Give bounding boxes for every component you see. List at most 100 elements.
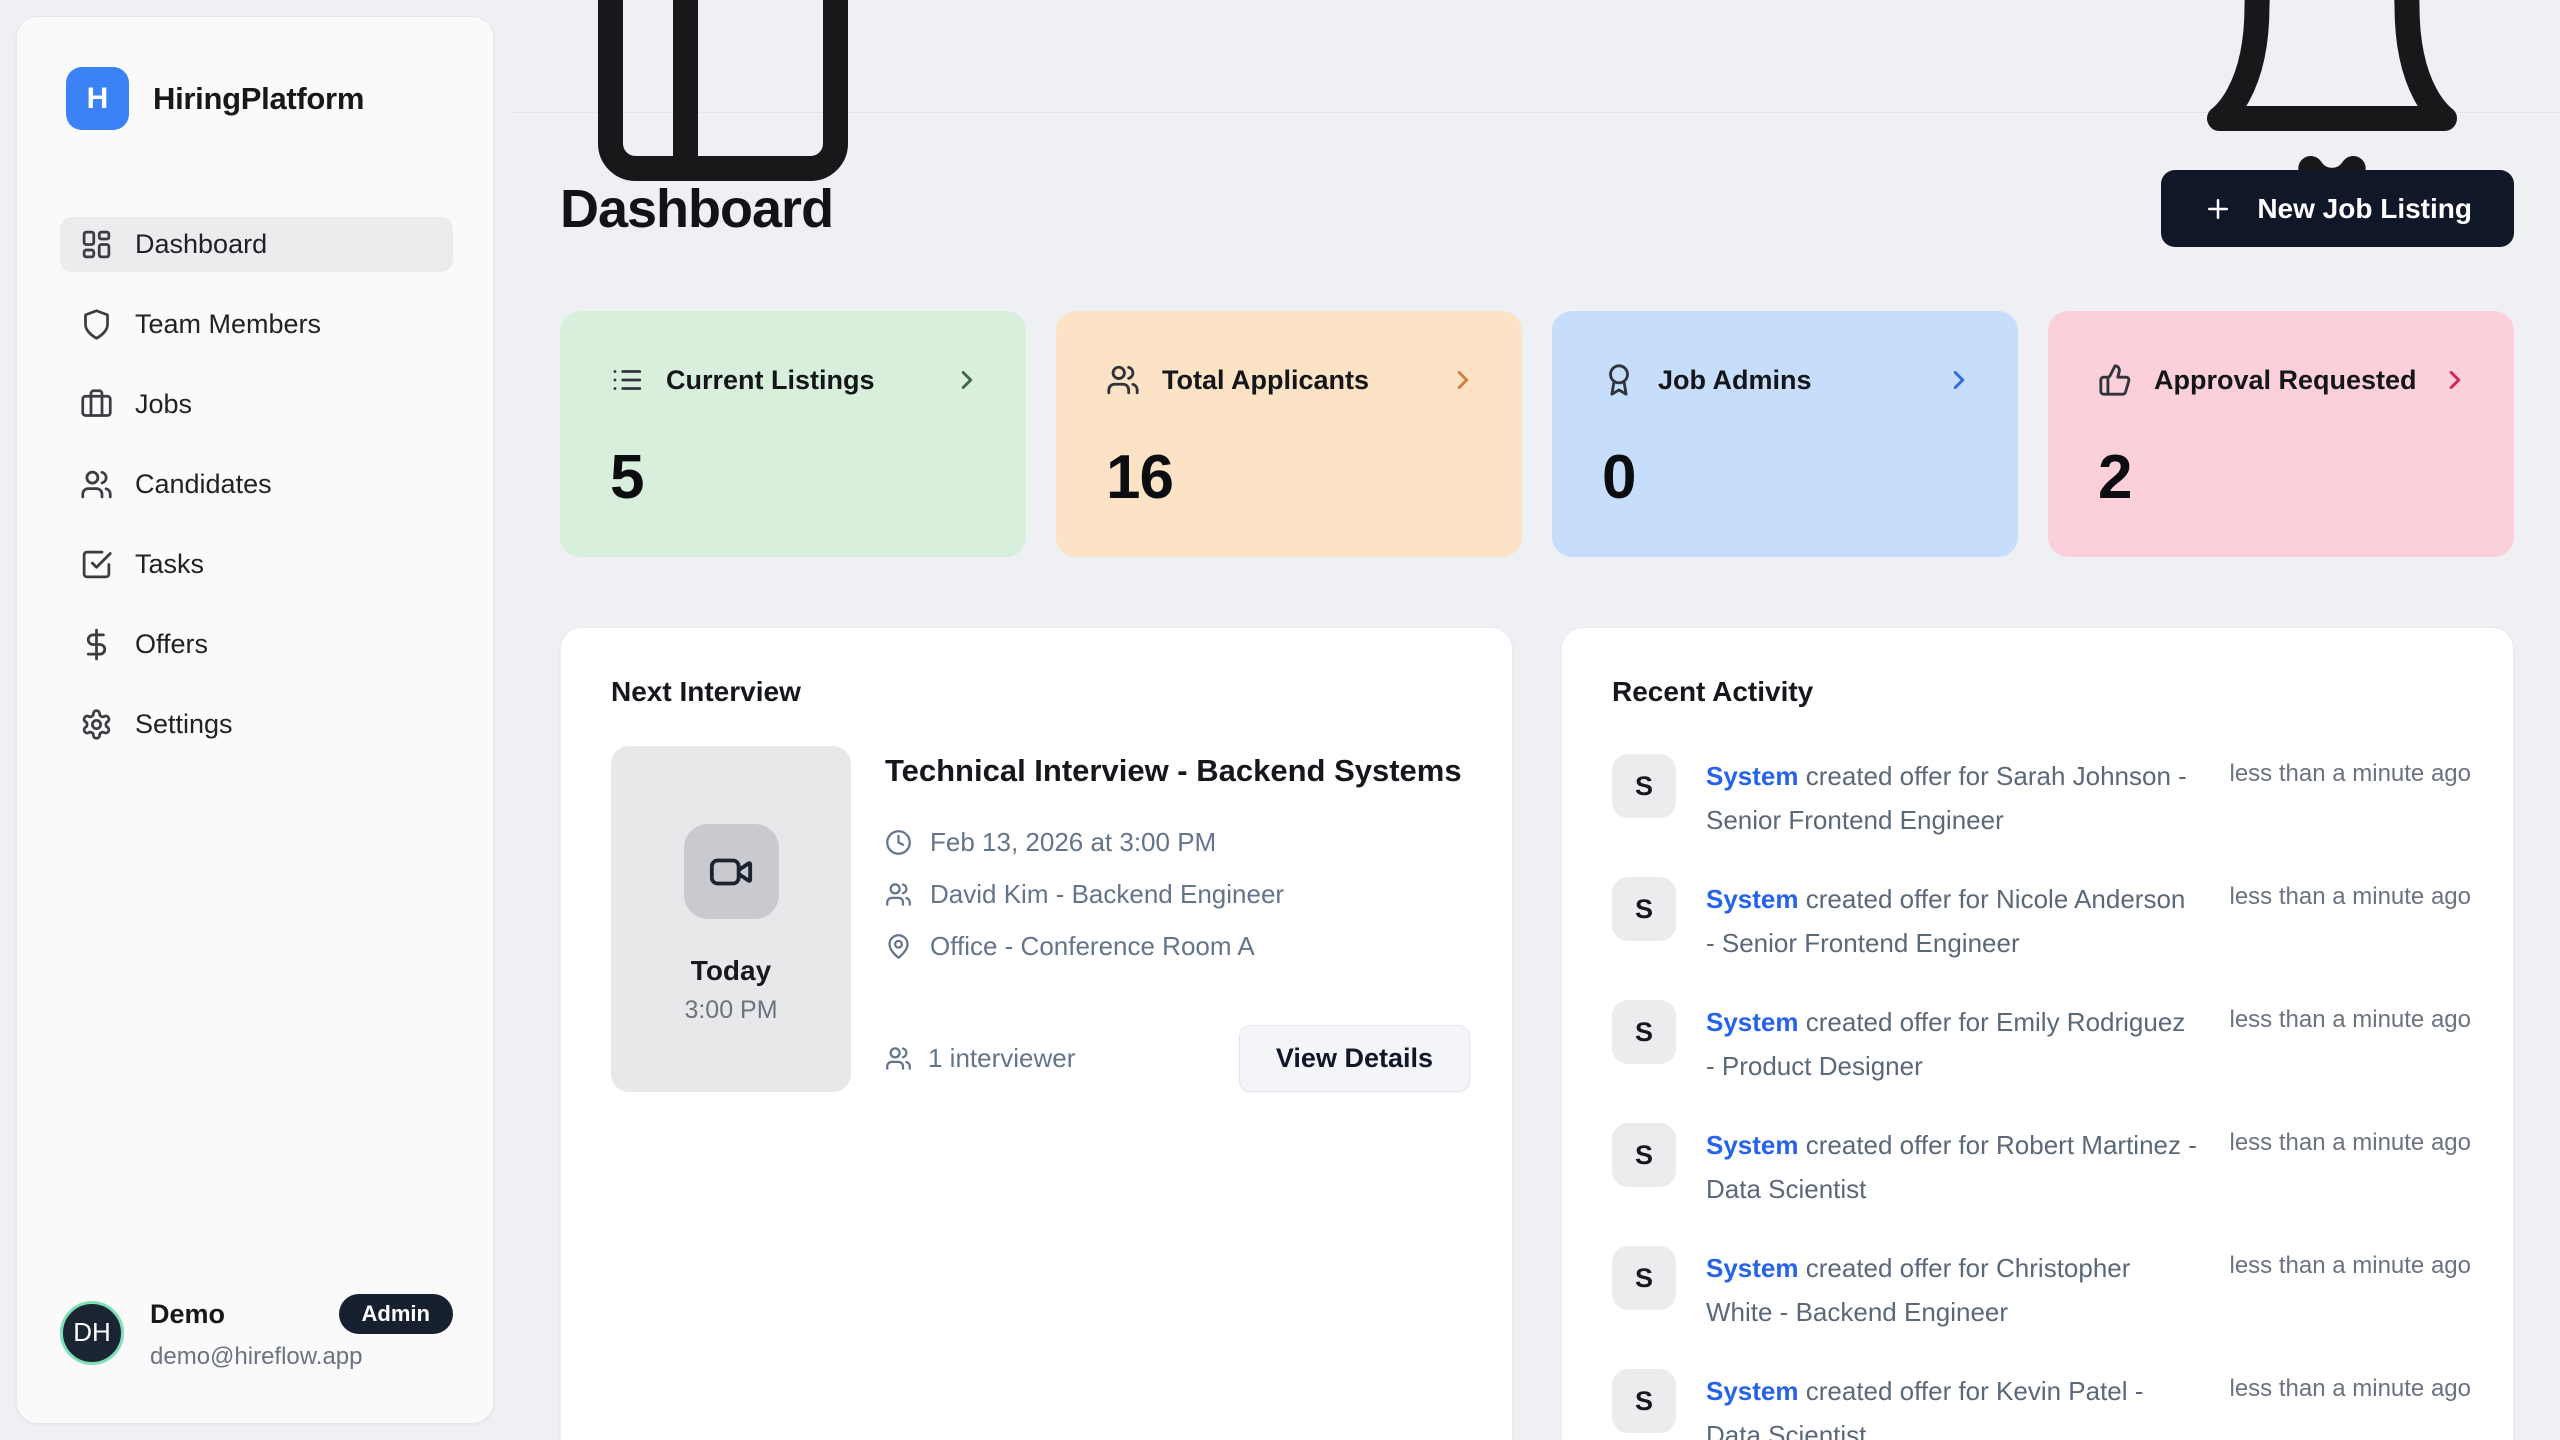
app-logo-icon: H bbox=[66, 67, 129, 130]
check-square-icon bbox=[80, 548, 113, 581]
activity-timestamp: less than a minute ago bbox=[2230, 1000, 2472, 1088]
activity-avatar: S bbox=[1612, 1246, 1676, 1310]
activity-item: S System created offer for Nicole Anders… bbox=[1612, 877, 2471, 965]
activity-avatar: S bbox=[1612, 1000, 1676, 1064]
stat-value: 0 bbox=[1602, 442, 1974, 513]
activity-text: System created offer for Emily Rodriguez… bbox=[1706, 1000, 2200, 1088]
activity-text: System created offer for Nicole Anderson… bbox=[1706, 877, 2200, 965]
chevron-right-icon bbox=[952, 365, 982, 395]
interview-time: 3:00 PM bbox=[684, 996, 777, 1025]
interview-datetime-row: Feb 13, 2026 at 3:00 PM bbox=[885, 827, 1470, 858]
sidebar-nav: Dashboard Team Members Jobs Candidates T… bbox=[60, 217, 453, 752]
sidebar-item-jobs[interactable]: Jobs bbox=[60, 377, 453, 432]
main-area: Dashboard New Job Listing Current Listin… bbox=[511, 0, 2560, 1440]
user-profile[interactable]: DH Demo Admin demo@hireflow.app bbox=[60, 1264, 453, 1371]
sidebar-item-settings[interactable]: Settings bbox=[60, 697, 453, 752]
activity-text: System created offer for Robert Martinez… bbox=[1706, 1123, 2200, 1211]
next-interview-title: Next Interview bbox=[611, 676, 1470, 708]
users-icon bbox=[80, 468, 113, 501]
stat-cards: Current Listings 5 Total Applicants 16 J… bbox=[560, 311, 2514, 557]
briefcase-icon bbox=[80, 388, 113, 421]
page-title: Dashboard bbox=[560, 178, 833, 240]
activity-item: S System created offer for Kevin Patel -… bbox=[1612, 1369, 2471, 1440]
map-pin-icon bbox=[885, 933, 912, 960]
users-icon bbox=[1106, 363, 1140, 397]
clock-icon bbox=[885, 829, 912, 856]
users-icon bbox=[885, 881, 912, 908]
brand: H HiringPlatform bbox=[60, 67, 453, 130]
plus-icon bbox=[2203, 194, 2233, 224]
thumbs-up-icon bbox=[2098, 363, 2132, 397]
activity-avatar: S bbox=[1612, 877, 1676, 941]
activity-timestamp: less than a minute ago bbox=[2230, 1369, 2472, 1440]
sidebar-item-label: Tasks bbox=[135, 549, 204, 580]
user-email: demo@hireflow.app bbox=[150, 1343, 453, 1371]
stat-value: 5 bbox=[610, 442, 982, 513]
sidebar-item-dashboard[interactable]: Dashboard bbox=[60, 217, 453, 272]
interview-datetime: Feb 13, 2026 at 3:00 PM bbox=[930, 827, 1216, 858]
sidebar-item-candidates[interactable]: Candidates bbox=[60, 457, 453, 512]
dashboard-icon bbox=[80, 228, 113, 261]
activity-item: S System created offer for Emily Rodrigu… bbox=[1612, 1000, 2471, 1088]
activity-timestamp: less than a minute ago bbox=[2230, 754, 2472, 842]
activity-timestamp: less than a minute ago bbox=[2230, 1123, 2472, 1211]
topbar bbox=[511, 0, 2560, 113]
stat-card-current-listings[interactable]: Current Listings 5 bbox=[560, 311, 1026, 557]
stat-card-total-applicants[interactable]: Total Applicants 16 bbox=[1056, 311, 1522, 557]
sidebar-item-team-members[interactable]: Team Members bbox=[60, 297, 453, 352]
interview-candidate-row: David Kim - Backend Engineer bbox=[885, 879, 1470, 910]
stat-label: Approval Requested bbox=[2154, 365, 2417, 396]
app-logo-letter: H bbox=[87, 82, 109, 116]
sidebar-toggle-button[interactable] bbox=[573, 0, 873, 206]
activity-avatar: S bbox=[1612, 1123, 1676, 1187]
activity-actor: System bbox=[1706, 884, 1799, 914]
activity-item: S System created offer for Sarah Johnson… bbox=[1612, 754, 2471, 842]
stat-card-approval-requested[interactable]: Approval Requested 2 bbox=[2048, 311, 2514, 557]
award-icon bbox=[1602, 363, 1636, 397]
sidebar-item-tasks[interactable]: Tasks bbox=[60, 537, 453, 592]
activity-avatar: S bbox=[1612, 754, 1676, 818]
activity-actor: System bbox=[1706, 1007, 1799, 1037]
gear-icon bbox=[80, 708, 113, 741]
activity-timestamp: less than a minute ago bbox=[2230, 877, 2472, 965]
new-job-listing-button[interactable]: New Job Listing bbox=[2161, 170, 2514, 247]
sidebar-item-label: Offers bbox=[135, 629, 208, 660]
dollar-icon bbox=[80, 628, 113, 661]
new-job-listing-label: New Job Listing bbox=[2257, 193, 2472, 225]
chevron-right-icon bbox=[2440, 365, 2470, 395]
user-meta: Demo Admin demo@hireflow.app bbox=[150, 1294, 453, 1371]
chevron-right-icon bbox=[1448, 365, 1478, 395]
content: Dashboard New Job Listing Current Listin… bbox=[511, 170, 2560, 1440]
view-details-button[interactable]: View Details bbox=[1239, 1025, 1470, 1092]
users-icon bbox=[885, 1045, 912, 1072]
stat-value: 16 bbox=[1106, 442, 1478, 513]
sidebar-item-label: Dashboard bbox=[135, 229, 267, 260]
interviewer-count: 1 interviewer bbox=[885, 1043, 1075, 1074]
interview-thumbnail: Today 3:00 PM bbox=[611, 746, 851, 1092]
interview-title: Technical Interview - Backend Systems bbox=[885, 746, 1465, 795]
app-name: HiringPlatform bbox=[153, 81, 364, 117]
activity-actor: System bbox=[1706, 1253, 1799, 1283]
stat-card-job-admins[interactable]: Job Admins 0 bbox=[1552, 311, 2018, 557]
video-icon-box bbox=[684, 824, 779, 919]
sidebar-item-label: Jobs bbox=[135, 389, 192, 420]
activity-text: System created offer for Christopher Whi… bbox=[1706, 1246, 2200, 1334]
sidebar-item-label: Candidates bbox=[135, 469, 272, 500]
avatar: DH bbox=[60, 1301, 124, 1365]
stat-value: 2 bbox=[2098, 442, 2470, 513]
chevron-right-icon bbox=[1944, 365, 1974, 395]
user-name: Demo bbox=[150, 1299, 225, 1330]
role-badge: Admin bbox=[339, 1294, 453, 1334]
interview-candidate: David Kim - Backend Engineer bbox=[930, 879, 1284, 910]
panel-left-icon bbox=[573, 0, 873, 206]
activity-item: S System created offer for Christopher W… bbox=[1612, 1246, 2471, 1334]
recent-activity-title: Recent Activity bbox=[1612, 676, 2471, 708]
activity-actor: System bbox=[1706, 1130, 1799, 1160]
sidebar-item-offers[interactable]: Offers bbox=[60, 617, 453, 672]
interview-day: Today bbox=[691, 955, 771, 987]
avatar-initials: DH bbox=[73, 1317, 111, 1348]
activity-actor: System bbox=[1706, 1376, 1799, 1406]
interview-location-row: Office - Conference Room A bbox=[885, 931, 1470, 962]
video-camera-icon bbox=[708, 849, 754, 895]
stat-label: Total Applicants bbox=[1162, 365, 1369, 396]
